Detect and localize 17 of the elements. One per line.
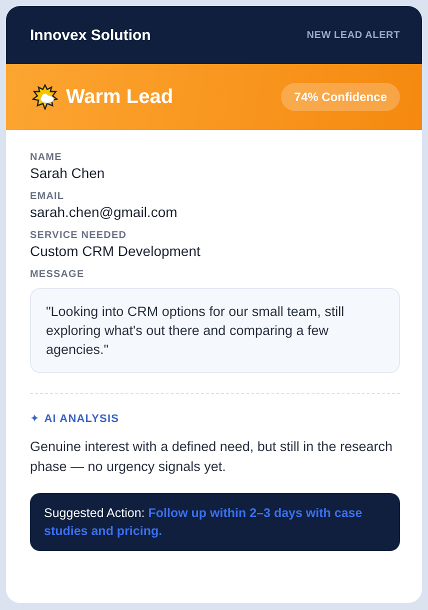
analysis-text: Genuine interest with a defined need, but still in the research phase — no urgency signals yet. — [30, 438, 394, 476]
alert-label: NEW LEAD ALERT — [306, 30, 400, 40]
lead-title: Warm Lead — [66, 86, 174, 108]
field-label: EMAIL — [30, 191, 64, 202]
suggested-action-panel: Suggested Action: Follow up within 2–3 days with case studies and pricing. — [30, 493, 400, 551]
field-label: MESSAGE — [30, 269, 84, 280]
field-label: SERVICE NEEDED — [30, 230, 127, 241]
field-value: sarah.chen@gmail.com — [30, 204, 178, 220]
field-value: Sarah Chen — [30, 165, 105, 181]
section-heading: AI ANALYSIS — [44, 412, 120, 424]
field-value: Custom CRM Development — [30, 243, 200, 259]
sun-cloud-icon — [32, 84, 58, 110]
field-label: NAME — [30, 152, 62, 163]
brand-name: Innovex Solution — [30, 26, 151, 44]
sparkle-icon: ✦ — [30, 412, 40, 425]
confidence-badge: 74% Confidence — [281, 83, 400, 111]
message-quote: "Looking into CRM options for our small team, still exploring what's out there and comparing a few agencies." — [30, 288, 400, 373]
